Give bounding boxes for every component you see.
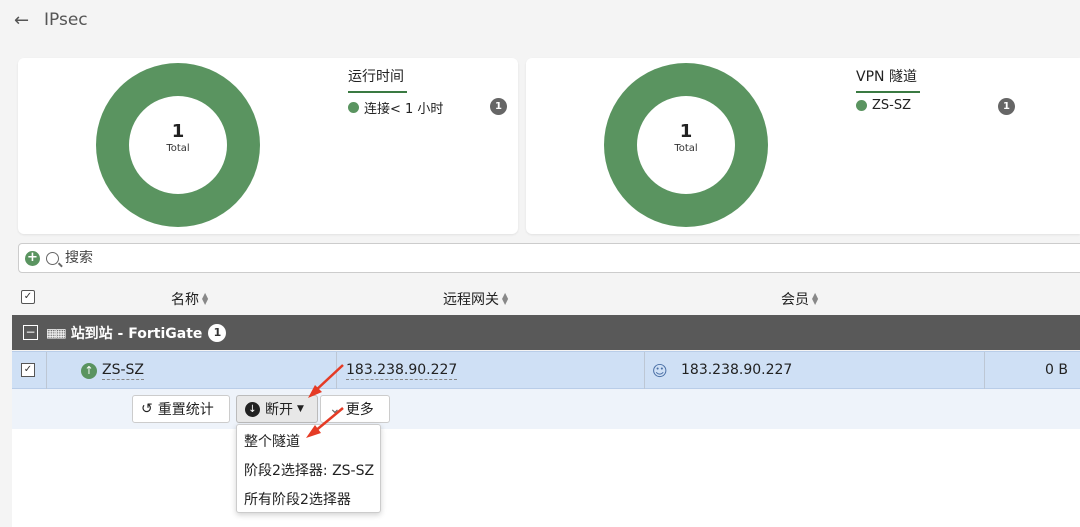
bytes-value: 0 B bbox=[1045, 362, 1068, 378]
sort-icon: ▲ ▼ bbox=[812, 291, 819, 306]
menu-item-phase2-selector[interactable]: 阶段2选择器: ZS-SZ bbox=[244, 460, 374, 480]
vpn-tunnel-donut-chart: 1 Total bbox=[604, 63, 768, 227]
page-header: ← IPsec bbox=[0, 0, 1080, 44]
page-title: IPsec bbox=[44, 10, 88, 30]
donut-total-value: 1 bbox=[171, 121, 185, 142]
column-header-remote-gateway[interactable]: 远程网关 ▲ ▼ bbox=[443, 289, 508, 309]
sort-icon: ▲ ▼ bbox=[502, 291, 509, 306]
more-label: 更多 bbox=[345, 402, 374, 418]
chevron-down-icon: ⌄ bbox=[329, 401, 341, 417]
legend-item[interactable]: 连接< 1 小时 bbox=[348, 98, 443, 117]
search-bar: + bbox=[18, 243, 1080, 273]
disconnect-label: 断开 bbox=[265, 402, 293, 418]
row-checkbox[interactable]: ✓ bbox=[21, 363, 35, 377]
uptime-card: 1 Total 运行时间 连接< 1 小时 1 bbox=[18, 58, 518, 234]
legend-item[interactable]: ZS-SZ bbox=[856, 98, 911, 113]
uptime-donut-chart: 1 Total bbox=[96, 63, 260, 227]
user-icon: ☺ bbox=[652, 362, 668, 380]
table-empty-area bbox=[12, 429, 1080, 527]
tunnel-up-icon: ↑ bbox=[81, 363, 97, 379]
more-button[interactable]: ⌄ 更多 bbox=[320, 395, 390, 423]
menu-item-all-phase2-selectors[interactable]: 所有阶段2选择器 bbox=[244, 489, 351, 509]
legend-dot-icon bbox=[856, 100, 867, 111]
search-icon bbox=[46, 251, 59, 265]
column-header-name[interactable]: 名称 ▲ ▼ bbox=[171, 289, 208, 309]
reset-statistics-label: 重置统计 bbox=[157, 402, 214, 418]
member-value: 183.238.90.227 bbox=[681, 362, 793, 378]
table-row[interactable]: ✓ ↑ ZS-SZ 183.238.90.227 ☺ 183.238.90.22… bbox=[12, 351, 1080, 389]
select-all-checkbox[interactable]: ✓ bbox=[21, 290, 35, 304]
sort-icon: ▲ ▼ bbox=[202, 291, 209, 306]
reset-icon: ↺ bbox=[141, 401, 153, 417]
group-row[interactable]: − ▦▦ 站到站 - FortiGate 1 bbox=[12, 315, 1080, 350]
legend-item-label: 连接< 1 小时 bbox=[364, 102, 444, 117]
donut-total-label: Total bbox=[674, 143, 698, 154]
remote-gateway-value[interactable]: 183.238.90.227 bbox=[346, 362, 458, 380]
vpn-tunnel-card: 1 Total VPN 隧道 ZS-SZ 1 bbox=[526, 58, 1080, 234]
download-circle-icon: ↓ bbox=[245, 401, 260, 417]
column-header-member[interactable]: 会员 ▲ ▼ bbox=[781, 289, 818, 309]
disconnect-button[interactable]: ↓ 断开 ▼ bbox=[236, 395, 318, 423]
group-label: 站到站 - FortiGate bbox=[70, 325, 203, 342]
legend-count-badge: 1 bbox=[490, 98, 507, 115]
add-icon[interactable]: + bbox=[25, 250, 40, 266]
legend-title: VPN 隧道 bbox=[856, 66, 920, 93]
column-header-label: 远程网关 bbox=[443, 292, 499, 308]
cell-divider bbox=[336, 352, 337, 389]
caret-down-icon: ▼ bbox=[297, 404, 304, 414]
menu-item-entire-tunnel[interactable]: 整个隧道 bbox=[244, 431, 300, 451]
column-header-label: 会员 bbox=[781, 292, 809, 308]
legend-title: 运行时间 bbox=[348, 66, 407, 93]
tunnel-name[interactable]: ZS-SZ bbox=[102, 362, 145, 380]
search-input[interactable] bbox=[65, 250, 965, 266]
donut-total-value: 1 bbox=[679, 121, 693, 142]
table-header: ✓ 名称 ▲ ▼ 远程网关 ▲ ▼ 会员 ▲ ▼ bbox=[0, 282, 1080, 314]
cell-divider bbox=[984, 352, 985, 389]
reset-statistics-button[interactable]: ↺ 重置统计 bbox=[132, 395, 230, 423]
disconnect-dropdown-menu: 整个隧道 阶段2选择器: ZS-SZ 所有阶段2选择器 bbox=[236, 424, 381, 513]
donut-total-label: Total bbox=[166, 143, 190, 154]
cell-divider bbox=[46, 352, 47, 389]
back-arrow-icon[interactable]: ← bbox=[14, 10, 29, 31]
legend-item-label: ZS-SZ bbox=[872, 98, 912, 113]
collapse-icon[interactable]: − bbox=[23, 325, 38, 340]
legend-count-badge: 1 bbox=[998, 98, 1015, 115]
grid-icon: ▦▦ bbox=[46, 325, 67, 340]
group-count-badge: 1 bbox=[208, 323, 227, 342]
legend-dot-icon bbox=[348, 102, 359, 113]
column-header-label: 名称 bbox=[171, 292, 199, 308]
cell-divider bbox=[644, 352, 645, 389]
